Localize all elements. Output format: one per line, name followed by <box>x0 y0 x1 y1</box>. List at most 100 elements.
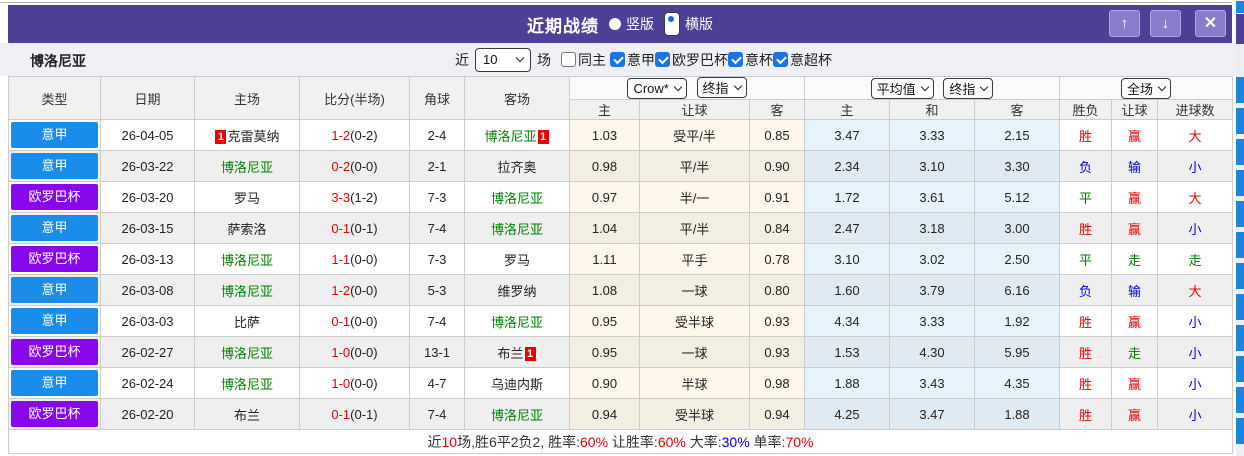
strip-block <box>1236 14 1244 44</box>
match-count-select[interactable]: 10 <box>475 47 531 72</box>
league-badge: 意甲 <box>11 277 98 303</box>
team-name: 博洛尼亚 <box>220 376 273 392</box>
odds-time-select[interactable]: 终指 <box>696 77 747 98</box>
result-handicap-cell: 赢 <box>1111 305 1158 337</box>
league-cell: 意甲 <box>8 119 101 151</box>
filter-checkbox-同主[interactable]: 同主 <box>561 50 606 70</box>
home-team-cell: 博洛尼亚 <box>194 336 300 368</box>
avg-time-select[interactable]: 终指 <box>943 77 994 99</box>
league-badge: 意甲 <box>11 122 98 148</box>
home-team-cell: 布兰 <box>194 398 300 430</box>
score-cell: 1-0(0-0) <box>299 336 410 368</box>
odds-home-cell: 0.98 <box>569 150 640 182</box>
radio-vertical-layout[interactable]: 竖版 <box>609 14 654 34</box>
result-wdl-cell: 负 <box>1059 150 1112 182</box>
league-badge: 欧罗巴杯 <box>11 246 98 272</box>
filter-checkbox-意杯[interactable]: 意杯 <box>728 50 773 70</box>
corner-cell: 2-1 <box>409 150 465 182</box>
chevron-down-icon <box>1157 82 1167 91</box>
radio-selected-icon[interactable] <box>664 12 680 36</box>
match-row: 欧罗巴杯 26-02-20 布兰 0-1(0-1) 7-4 博洛尼亚 0.94 受半球 0.94… <box>8 398 1234 430</box>
corner-cell: 13-1 <box>409 336 465 368</box>
odds-home-cell: 1.08 <box>569 274 640 306</box>
avg-draw-cell: 3.61 <box>889 181 975 213</box>
avg-draw-cell: 3.02 <box>889 243 975 275</box>
col-header-home: 主场 <box>194 76 300 120</box>
checkbox-icon[interactable] <box>610 52 625 67</box>
date-cell: 26-03-22 <box>100 150 195 182</box>
team-name: 拉齐奥 <box>497 159 537 175</box>
filter-checkboxes: 同主 意甲 欧罗巴杯 意杯 意超杯 <box>551 50 832 70</box>
league-badge: 欧罗巴杯 <box>11 339 98 365</box>
checkbox-icon[interactable] <box>773 52 788 67</box>
filter-checkbox-欧罗巴杯[interactable]: 欧罗巴杯 <box>655 50 728 70</box>
team-name: 博洛尼亚 <box>220 345 273 361</box>
col-header-score: 比分(半场) <box>299 76 410 120</box>
avg-draw-cell: 3.10 <box>889 150 975 182</box>
avg-draw-cell: 4.30 <box>889 336 975 368</box>
score-cell: 0-1(0-1) <box>299 398 410 430</box>
radio-unselected-icon[interactable] <box>609 18 621 30</box>
red-card-badge: 1 <box>537 129 549 144</box>
avg-home-cell: 1.53 <box>804 336 890 368</box>
result-goals-cell: 小 <box>1156 336 1234 368</box>
match-row: 意甲 26-03-22 博洛尼亚 0-2(0-0) 2-1 拉齐奥 0.98 平/半 0.90 2… <box>8 150 1234 182</box>
strip-block <box>1236 201 1244 227</box>
team-name: 罗马 <box>233 190 260 206</box>
checkbox-icon[interactable] <box>561 52 576 67</box>
avg-source-select[interactable]: 平均值 <box>870 77 934 99</box>
chevron-down-icon <box>920 82 929 91</box>
col-header-away: 客场 <box>464 76 570 120</box>
home-team-cell: 博洛尼亚 <box>194 367 300 399</box>
result-handicap-cell: 赢 <box>1111 119 1158 151</box>
summary-segment: 30% <box>721 433 750 450</box>
result-handicap-cell: 输 <box>1111 274 1158 306</box>
corner-cell: 7-4 <box>409 398 465 430</box>
scope-select[interactable]: 全场 <box>1121 77 1172 99</box>
match-rows: 意甲 26-04-05 1 克雷莫纳 1-2(0-2) 2-4 博洛尼亚 1 1.03 受平/半 0… <box>8 119 1234 430</box>
match-row: 意甲 26-02-24 博洛尼亚 1-0(0-0) 4-7 乌迪内斯 0.90 半球 0.98 1… <box>8 367 1234 399</box>
score-cell: 0-1(0-1) <box>299 212 410 244</box>
close-button[interactable]: ✕ <box>1195 10 1226 37</box>
league-cell: 欧罗巴杯 <box>8 181 101 213</box>
move-down-button[interactable]: ↓ <box>1150 10 1181 37</box>
col-header-corner: 角球 <box>409 76 465 120</box>
scope-group-header: 全场 <box>1058 76 1234 100</box>
away-team-cell: 罗马 <box>464 243 570 275</box>
result-handicap-cell: 输 <box>1111 150 1158 182</box>
checkbox-icon[interactable] <box>655 52 670 67</box>
avg-away-cell: 5.12 <box>974 181 1060 213</box>
result-wdl-cell: 负 <box>1059 274 1112 306</box>
odds-away-cell: 0.90 <box>749 150 805 182</box>
league-cell: 欧罗巴杯 <box>8 336 101 368</box>
result-handicap-cell: 赢 <box>1111 367 1158 399</box>
arrow-up-icon: ↑ <box>1120 15 1129 32</box>
strip-block <box>1236 1 1244 13</box>
avg-group-header: 平均值 终指 <box>804 76 1060 100</box>
result-handicap-cell: 赢 <box>1111 181 1158 213</box>
checkbox-icon[interactable] <box>728 52 743 67</box>
right-strip <box>1236 0 1244 456</box>
radio-horizontal-layout[interactable]: 横版 <box>664 12 713 36</box>
avg-draw-cell: 3.33 <box>889 119 975 151</box>
match-row: 欧罗巴杯 26-03-20 罗马 3-3(1-2) 7-3 博洛尼亚 0.97 半/一 0.91… <box>8 181 1234 213</box>
match-row: 欧罗巴杯 26-03-13 博洛尼亚 1-1(0-0) 7-3 罗马 1.11 平手 0.78 3… <box>8 243 1234 275</box>
odds-source-select[interactable]: Crow* <box>627 78 687 99</box>
result-goals-cell: 小 <box>1156 305 1234 337</box>
summary-line: 近10场,胜6平2负2, 胜率:60% 让胜率:60% 大率:30% 单率:70… <box>10 432 1232 452</box>
corner-cell: 7-4 <box>409 212 465 244</box>
move-up-button[interactable]: ↑ <box>1109 10 1140 37</box>
team-name: 博洛尼亚 <box>220 252 273 268</box>
league-badge: 意甲 <box>11 153 98 179</box>
result-goals-cell: 大 <box>1156 274 1234 306</box>
col-header-result-wdl: 胜负 <box>1059 99 1112 120</box>
away-team-cell: 博洛尼亚 <box>464 398 570 430</box>
summary-cell: 近10场,胜6平2负2, 胜率:60% 让胜率:60% 大率:30% 单率:70… <box>7 429 1234 454</box>
filter-checkbox-意超杯[interactable]: 意超杯 <box>773 50 832 70</box>
team-name: 博洛尼亚 <box>490 190 543 206</box>
result-goals-cell: 大 <box>1156 181 1234 213</box>
odds-home-cell: 1.11 <box>569 243 640 275</box>
filter-checkbox-意甲[interactable]: 意甲 <box>610 50 655 70</box>
filter-controls: 近 10 场 同主 意甲 欧罗巴杯 意杯 意超杯 <box>455 47 832 72</box>
away-team-cell: 乌迪内斯 <box>464 367 570 399</box>
